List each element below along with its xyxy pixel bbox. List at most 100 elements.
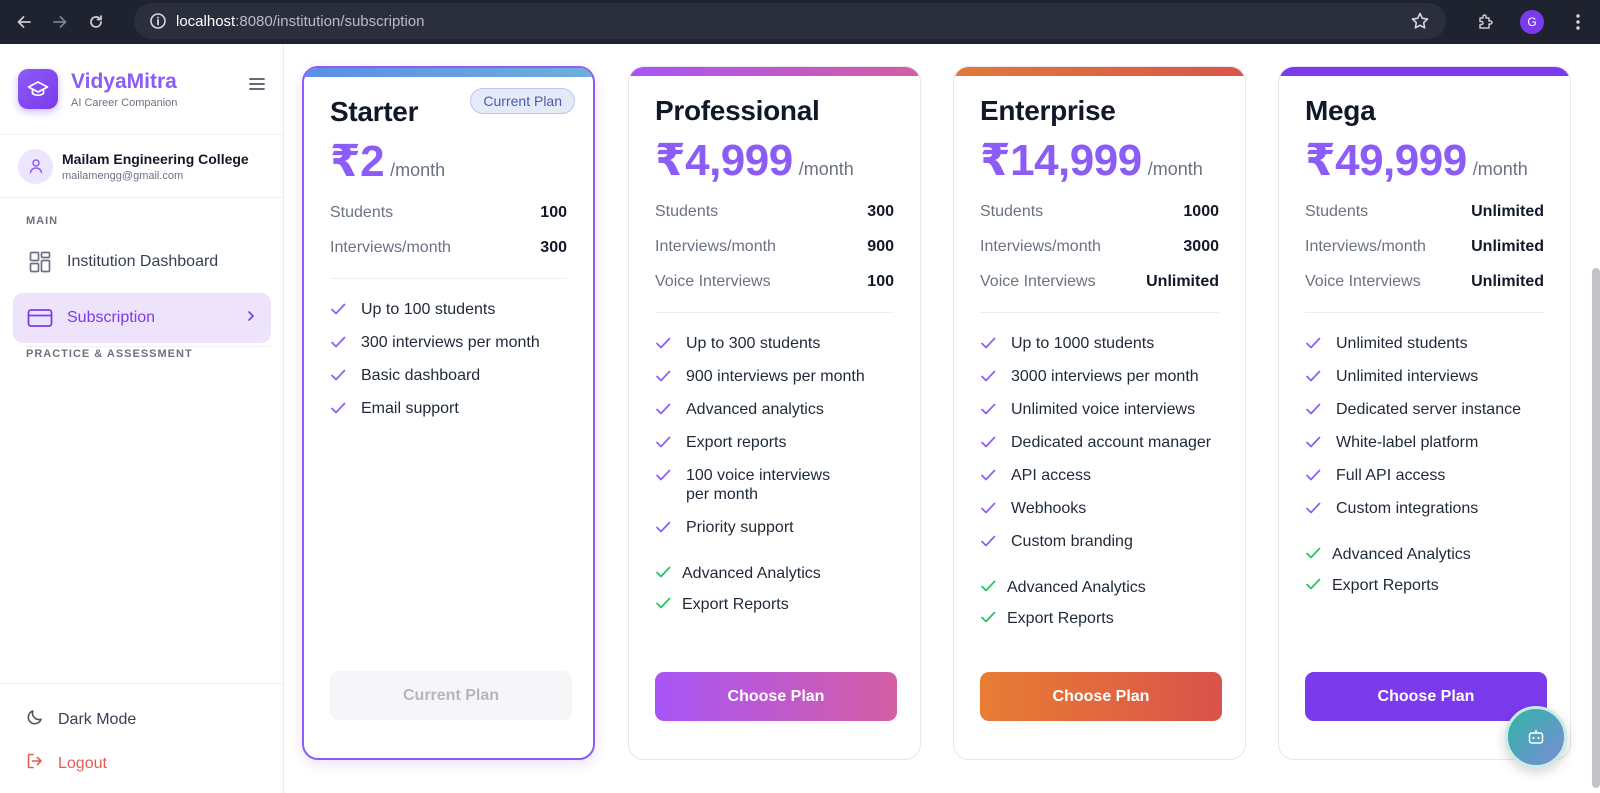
plan-card-professional: Professional ₹4,999 /month Students 300 I…: [628, 66, 921, 760]
brand-subtitle: AI Career Companion: [71, 96, 178, 109]
limit-label: Interviews/month: [980, 238, 1101, 255]
feature-text: Full API access: [1336, 467, 1446, 484]
reload-icon[interactable]: [78, 4, 114, 40]
plan-card-mega: Mega ₹49,999 /month Students Unlimited In…: [1278, 66, 1571, 760]
feature-text: Email support: [361, 400, 459, 417]
price-period: /month: [1472, 159, 1528, 179]
logout-button[interactable]: Logout: [26, 752, 107, 775]
feature-text: Custom integrations: [1336, 500, 1479, 517]
limit-row: Students Unlimited: [1305, 201, 1544, 223]
green-check-icon: [980, 610, 996, 629]
check-icon: [980, 369, 1000, 388]
plan-price: ₹14,999: [980, 136, 1142, 185]
limit-label: Voice Interviews: [1305, 273, 1421, 290]
card-accent-strip: [304, 68, 593, 77]
browser-menu-icon[interactable]: [1566, 4, 1590, 40]
check-icon: [330, 368, 350, 387]
sidebar-item-subscription[interactable]: Subscription: [13, 293, 271, 343]
limit-label: Students: [1305, 203, 1369, 220]
credit-card-icon: [27, 307, 53, 329]
limit-row: Interviews/month 300: [330, 237, 567, 259]
back-arrow-icon[interactable]: [6, 4, 42, 40]
feature-text: Priority support: [686, 519, 794, 536]
hamburger-menu-icon[interactable]: [249, 77, 265, 96]
check-icon: [980, 501, 1000, 520]
choose-plan-button[interactable]: Choose Plan: [655, 672, 897, 721]
dark-mode-label: Dark Mode: [58, 710, 137, 728]
extra-feature-text: Advanced Analytics: [682, 565, 821, 582]
check-icon: [330, 401, 350, 420]
logout-label: Logout: [58, 754, 107, 772]
feature-item: Advanced analytics: [655, 400, 894, 421]
sidebar-item-institution-dashboard[interactable]: Institution Dashboard: [13, 237, 271, 287]
feature-text: Dedicated server instance: [1336, 401, 1521, 418]
price-row: ₹14,999 /month: [980, 135, 1203, 186]
green-check-icon: [1305, 546, 1321, 565]
check-icon: [1305, 435, 1325, 454]
check-icon: [980, 336, 1000, 355]
extra-feature: Advanced Analytics: [655, 565, 894, 584]
profile-avatar[interactable]: G: [1520, 10, 1544, 34]
user-profile: Mailam Engineering College mailamengg@gm…: [0, 135, 283, 198]
dark-mode-toggle[interactable]: Dark Mode: [26, 708, 136, 731]
card-accent-strip: [954, 67, 1245, 76]
section-label-main: MAIN: [26, 215, 59, 227]
feature-text: 300 interviews per month: [361, 334, 540, 351]
limit-label: Interviews/month: [330, 239, 451, 256]
limit-value: 300: [867, 203, 894, 220]
green-check-icon: [655, 565, 671, 584]
feature-item: Up to 300 students: [655, 334, 894, 355]
limit-label: Students: [980, 203, 1044, 220]
extra-feature: Export Reports: [980, 610, 1219, 629]
feature-text: Unlimited voice interviews: [1011, 401, 1196, 418]
browser-actions: G: [1468, 0, 1600, 44]
feature-item: 3000 interviews per month: [980, 367, 1219, 388]
limit-value: 900: [867, 238, 894, 255]
price-row: ₹2 /month: [330, 136, 445, 187]
forward-arrow-icon[interactable]: [42, 4, 78, 40]
check-icon: [1305, 501, 1325, 520]
check-icon: [1305, 336, 1325, 355]
feature-text: Unlimited interviews: [1336, 368, 1479, 385]
divider: [330, 278, 567, 279]
divider: [1305, 312, 1544, 313]
check-icon: [980, 435, 1000, 454]
limit-row: Students 1000: [980, 201, 1219, 223]
url-path: :8080/institution/subscription: [235, 12, 425, 30]
address-bar[interactable]: localhost:8080/institution/subscription: [134, 3, 1446, 39]
plan-card-enterprise: Enterprise ₹14,999 /month Students 1000 I…: [953, 66, 1246, 760]
graduation-cap-icon: [18, 69, 58, 109]
limit-label: Students: [330, 204, 394, 221]
limit-value: 1000: [1183, 203, 1219, 220]
chatbot-robot-icon[interactable]: [1505, 706, 1567, 768]
extensions-puzzle-icon[interactable]: [1468, 4, 1504, 40]
feature-text: API access: [1011, 467, 1092, 484]
feature-text: Up to 1000 students: [1011, 335, 1155, 352]
choose-plan-button[interactable]: Choose Plan: [980, 672, 1222, 721]
feature-item: Dedicated server instance: [1305, 400, 1544, 421]
feature-item: 300 interviews per month: [330, 333, 567, 354]
feature-text: Webhooks: [1011, 500, 1087, 517]
brand-text: VidyaMitra AI Career Companion: [71, 70, 177, 109]
sidebar-footer: Dark Mode Logout: [0, 683, 283, 793]
limit-value: Unlimited: [1471, 203, 1544, 220]
scrollbar[interactable]: [1592, 268, 1600, 788]
current-plan-button[interactable]: Current Plan: [330, 671, 572, 720]
feature-text: 100 voice interviews per month: [686, 467, 831, 503]
plan-name: Starter: [330, 96, 419, 127]
bookmark-star-icon[interactable]: [1410, 11, 1430, 36]
choose-plan-button[interactable]: Choose Plan: [1305, 672, 1547, 721]
moon-icon: [26, 708, 44, 731]
feature-text: Up to 300 students: [686, 335, 821, 352]
site-info-icon[interactable]: [140, 3, 176, 39]
price-period: /month: [390, 160, 446, 180]
brand-header: VidyaMitra AI Career Companion: [0, 44, 283, 135]
feature-item: Custom branding: [980, 532, 1219, 553]
user-info: Mailam Engineering College mailamengg@gm…: [62, 151, 249, 182]
browser-toolbar: localhost:8080/institution/subscription …: [0, 0, 1600, 44]
limit-value: Unlimited: [1471, 273, 1544, 290]
check-icon: [655, 369, 675, 388]
feature-item: Basic dashboard: [330, 366, 567, 387]
feature-text: 3000 interviews per month: [1011, 368, 1199, 385]
check-icon: [980, 468, 1000, 487]
